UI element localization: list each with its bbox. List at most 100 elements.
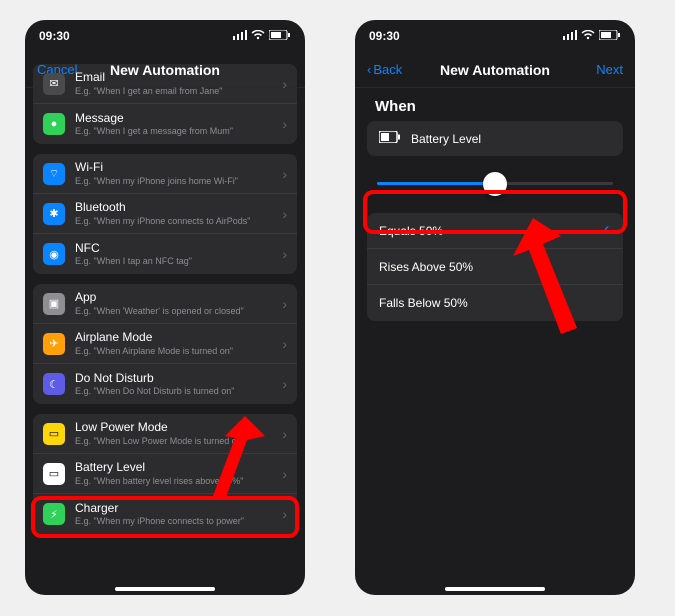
- trigger-text: EmailE.g. "When I get an email from Jane…: [75, 70, 272, 96]
- option-label: Equals 50%: [379, 224, 443, 238]
- trigger-title: Message: [75, 111, 272, 125]
- trigger-text: Airplane Mode E.g. "When Airplane Mode is…: [75, 330, 272, 356]
- status-indicators: [233, 29, 291, 43]
- lowpower-icon: ▭: [43, 423, 65, 445]
- chevron-right-icon: ›: [282, 466, 287, 482]
- battery-icon: ▭: [43, 463, 65, 485]
- trigger-title: NFC: [75, 241, 272, 255]
- trigger-text: Bluetooth E.g. "When my iPhone connects t…: [75, 200, 272, 226]
- status-indicators: [563, 29, 621, 43]
- trigger-row-low-power-mode[interactable]: ▭ Low Power Mode E.g. "When Low Power Mode…: [33, 414, 297, 454]
- message-icon: ●: [43, 113, 65, 135]
- chevron-right-icon: ›: [282, 296, 287, 312]
- trigger-text: Low Power Mode E.g. "When Low Power Mode …: [75, 420, 272, 446]
- trigger-subtitle: E.g. "When my iPhone connects to power": [75, 516, 272, 527]
- slider-fill: [377, 182, 495, 185]
- phone-left-trigger-list: 09:30 Cancel New Automation ✉︎EmailE.g. …: [25, 20, 305, 595]
- trigger-subtitle: E.g. "When I tap an NFC tag": [75, 256, 272, 267]
- trigger-subtitle: E.g. "When Do Not Disturb is turned on": [75, 386, 272, 397]
- wifi-icon-status: [581, 29, 595, 43]
- status-time: 09:30: [39, 29, 70, 43]
- chevron-right-icon: ›: [282, 246, 287, 262]
- checkmark-icon: ✓: [599, 222, 611, 239]
- nav-header: ‹ Back New Automation Next: [355, 52, 635, 88]
- airplane-icon: ✈︎: [43, 333, 65, 355]
- trigger-list-content[interactable]: ✉︎ EmailE.g. "When I get an email from Ja…: [25, 54, 305, 595]
- chevron-left-icon: ‹: [367, 62, 371, 77]
- trigger-row-do-not-disturb[interactable]: ☾ Do Not DisturbE.g. "When Do Not Disturb…: [33, 364, 297, 404]
- wifi-icon-status: [251, 29, 265, 43]
- chevron-right-icon: ›: [282, 206, 287, 222]
- charger-icon: ⚡︎: [43, 503, 65, 525]
- trigger-row-bluetooth[interactable]: ✱ Bluetooth E.g. "When my iPhone connects …: [33, 194, 297, 234]
- trigger-title: Email: [75, 70, 272, 84]
- app-icon: ▣: [43, 293, 65, 315]
- signal-icon: [233, 29, 247, 43]
- when-section-label: When: [367, 88, 623, 121]
- trigger-row-battery-level[interactable]: ▭ Battery Level E.g. "When battery level r…: [33, 454, 297, 494]
- status-time: 09:30: [369, 29, 400, 43]
- slider-thumb[interactable]: [483, 172, 507, 196]
- trigger-row-message[interactable]: ● MessageE.g. "When I get a message from …: [33, 104, 297, 144]
- trigger-row-wi-fi[interactable]: ⌔ Wi-Fi E.g. "When my iPhone joins home Wi…: [33, 154, 297, 194]
- trigger-group: ▭ Low Power Mode E.g. "When Low Power Mode…: [33, 414, 297, 534]
- trigger-title: App: [75, 290, 272, 304]
- chevron-right-icon: ›: [282, 336, 287, 352]
- trigger-title: Low Power Mode: [75, 420, 272, 434]
- battery-status-icon: [269, 29, 291, 43]
- trigger-row-nfc[interactable]: ◉ NFCE.g. "When I tap an NFC tag" ›: [33, 234, 297, 274]
- trigger-row-charger[interactable]: ⚡︎ ChargerE.g. "When my iPhone connects t…: [33, 494, 297, 534]
- chevron-right-icon: ›: [282, 166, 287, 182]
- phone-right-battery-config: 09:30 ‹ Back New Automation Next When Ba…: [355, 20, 635, 595]
- trigger-group: ⌔ Wi-Fi E.g. "When my iPhone joins home Wi…: [33, 154, 297, 274]
- status-bar: 09:30: [25, 20, 305, 52]
- chevron-right-icon: ›: [282, 506, 287, 522]
- back-label: Back: [373, 62, 402, 77]
- trigger-title: Airplane Mode: [75, 330, 272, 344]
- trigger-subtitle: E.g. "When Low Power Mode is turned off": [75, 436, 272, 447]
- config-content: When Battery Level Equals 50% ✓ Rises Abov…: [355, 88, 635, 595]
- trigger-subtitle: E.g. "When my iPhone connects to AirPods…: [75, 216, 272, 227]
- header-title: New Automation: [440, 62, 550, 78]
- trigger-row-email[interactable]: ✉︎ EmailE.g. "When I get an email from Ja…: [33, 64, 297, 104]
- status-bar: 09:30: [355, 20, 635, 52]
- trigger-title: Bluetooth: [75, 200, 272, 214]
- condition-option[interactable]: Falls Below 50%: [367, 285, 623, 321]
- home-indicator[interactable]: [115, 587, 215, 591]
- trigger-text: NFCE.g. "When I tap an NFC tag": [75, 241, 272, 267]
- trigger-title: Do Not Disturb: [75, 371, 272, 385]
- home-indicator[interactable]: [445, 587, 545, 591]
- trigger-group: ✉︎ EmailE.g. "When I get an email from Ja…: [33, 64, 297, 144]
- trigger-text: Wi-Fi E.g. "When my iPhone joins home Wi-…: [75, 160, 272, 186]
- email-icon: ✉︎: [43, 73, 65, 95]
- trigger-row-airplane-mode[interactable]: ✈︎ Airplane Mode E.g. "When Airplane Mode …: [33, 324, 297, 364]
- signal-icon: [563, 29, 577, 43]
- trigger-text: MessageE.g. "When I get a message from M…: [75, 111, 272, 137]
- trigger-subtitle: E.g. "When battery level rises above 50%…: [75, 476, 272, 487]
- condition-option[interactable]: Rises Above 50%: [367, 249, 623, 285]
- trigger-title: Wi-Fi: [75, 160, 272, 174]
- bluetooth-icon: ✱: [43, 203, 65, 225]
- battery-slider[interactable]: [367, 168, 623, 199]
- trigger-title: Charger: [75, 501, 272, 515]
- condition-option[interactable]: Equals 50% ✓: [367, 213, 623, 249]
- nfc-icon: ◉: [43, 243, 65, 265]
- slider-track: [377, 182, 613, 185]
- trigger-subtitle: E.g. "When 'Weather' is opened or closed…: [75, 306, 272, 317]
- back-button[interactable]: ‹ Back: [367, 62, 402, 77]
- trigger-subtitle: E.g. "When my iPhone joins home Wi-Fi": [75, 176, 272, 187]
- trigger-title: Battery Level: [75, 460, 272, 474]
- trigger-row-app[interactable]: ▣ App E.g. "When 'Weather' is opened or cl…: [33, 284, 297, 324]
- trigger-text: ChargerE.g. "When my iPhone connects to …: [75, 501, 272, 527]
- trigger-subtitle: E.g. "When Airplane Mode is turned on": [75, 346, 272, 357]
- dnd-icon: ☾: [43, 373, 65, 395]
- trigger-text: Battery Level E.g. "When battery level ri…: [75, 460, 272, 486]
- wifi-icon: ⌔: [43, 163, 65, 185]
- chevron-right-icon: ›: [282, 426, 287, 442]
- trigger-summary-row: Battery Level: [367, 121, 623, 156]
- trigger-subtitle: E.g. "When I get a message from Mum": [75, 126, 272, 137]
- next-button[interactable]: Next: [596, 62, 623, 77]
- option-label: Falls Below 50%: [379, 296, 468, 310]
- battery-icon: [379, 131, 401, 146]
- trigger-text: App E.g. "When 'Weather' is opened or clo…: [75, 290, 272, 316]
